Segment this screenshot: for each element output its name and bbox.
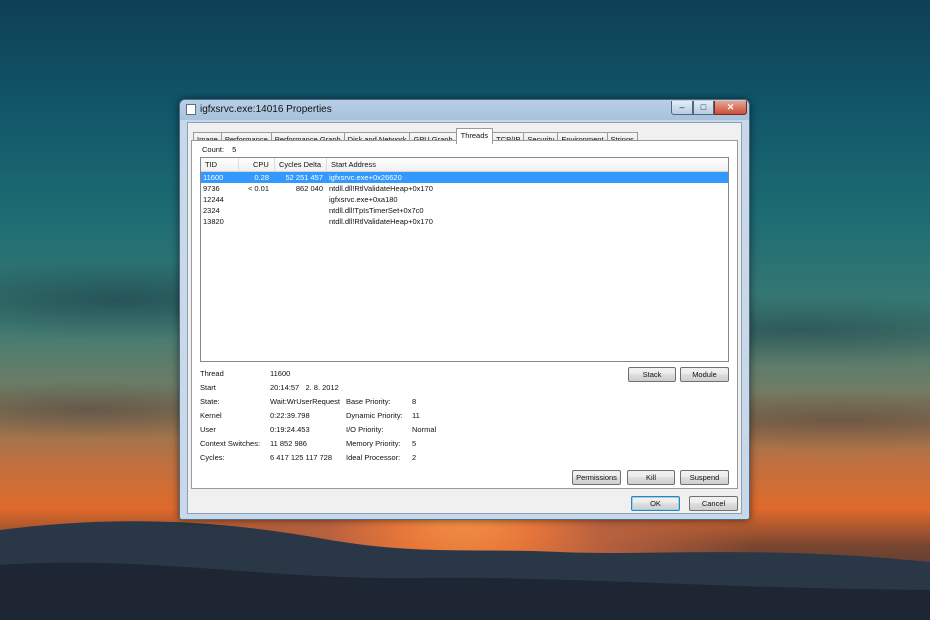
- io-priority-value: Normal: [412, 425, 437, 434]
- ok-button[interactable]: OK: [631, 496, 680, 511]
- cell-cpu: 0.28: [254, 173, 269, 182]
- count-value: 5: [232, 145, 237, 154]
- tab-strip: ImagePerformancePerformance GraphDisk an…: [193, 126, 638, 146]
- cycles-value: 6 417 125 117 728: [270, 453, 333, 462]
- memory-priority-label: Memory Priority:: [346, 439, 401, 448]
- close-button[interactable]: ✕: [714, 101, 747, 115]
- user-label: User: [200, 425, 216, 434]
- dynamic-priority-label: Dynamic Priority:: [346, 411, 403, 420]
- column-header-start-address[interactable]: Start Address: [327, 158, 728, 171]
- count-label: Count:: [202, 145, 225, 154]
- cell-tid: 2324: [203, 206, 220, 215]
- column-header-cpu[interactable]: CPU: [239, 158, 275, 171]
- properties-window: igfxsrvc.exe:14016 Properties – □ ✕ Imag…: [179, 99, 750, 520]
- cycles-label: Cycles:: [200, 453, 225, 462]
- context-switches-value: 11 852 986: [270, 439, 307, 448]
- tab-threads[interactable]: Threads: [455, 128, 494, 144]
- base-priority-value: 8: [412, 397, 417, 406]
- title-bar[interactable]: igfxsrvc.exe:14016 Properties – □ ✕: [180, 100, 749, 120]
- thread-label: Thread: [200, 369, 224, 378]
- window-title: igfxsrvc.exe:14016 Properties: [200, 104, 332, 115]
- kill-button[interactable]: Kill: [627, 470, 675, 485]
- cancel-button[interactable]: Cancel: [689, 496, 738, 511]
- column-header-tid[interactable]: TID: [201, 158, 239, 171]
- column-header-cycles-delta[interactable]: Cycles Delta: [275, 158, 327, 171]
- cell-cycles-delta: 862 040: [295, 184, 323, 193]
- minimize-button[interactable]: –: [671, 101, 693, 115]
- app-icon: [186, 104, 196, 115]
- table-row[interactable]: 11600 0.28 52 251 457 igfxsrvc.exe+0x266…: [201, 172, 728, 183]
- context-switches-label: Context Switches:: [200, 439, 261, 448]
- state-value: Wait:WrUserRequest: [270, 397, 341, 406]
- cell-cycles-delta: 52 251 457: [285, 173, 323, 182]
- thread-value: 11600: [270, 369, 291, 378]
- stack-button[interactable]: Stack: [628, 367, 676, 382]
- memory-priority-value: 5: [412, 439, 417, 448]
- kernel-label: Kernel: [200, 411, 222, 420]
- cell-start-address: ntdll.dll!RtlValidateHeap+0x170: [329, 217, 433, 226]
- table-row[interactable]: 13820 ntdll.dll!RtlValidateHeap+0x170: [201, 216, 728, 227]
- dynamic-priority-value: 11: [412, 411, 420, 420]
- cell-start-address: ntdll.dll!TpIsTimerSet+0x7c0: [329, 206, 424, 215]
- threads-page: Count: 5 TID CPU Cycles Delta Start Addre…: [191, 140, 738, 489]
- hills-silhouette: [0, 521, 930, 620]
- cell-start-address: ntdll.dll!RtlValidateHeap+0x170: [329, 184, 433, 193]
- cell-tid: 12244: [203, 195, 224, 204]
- thread-count: Count: 5: [202, 145, 236, 154]
- ideal-processor-value: 2: [412, 453, 417, 462]
- user-value: 0:19:24.453: [270, 425, 310, 434]
- table-row[interactable]: 12244 igfxsrvc.exe+0xa180: [201, 194, 728, 205]
- base-priority-label: Base Priority:: [346, 397, 391, 406]
- maximize-button[interactable]: □: [693, 101, 714, 115]
- module-button[interactable]: Module: [680, 367, 729, 382]
- cell-tid: 13820: [203, 217, 224, 226]
- cell-start-address: igfxsrvc.exe+0x26620: [329, 173, 402, 182]
- table-row[interactable]: 9736 < 0.01 862 040 ntdll.dll!RtlValidat…: [201, 183, 728, 194]
- start-label: Start: [200, 383, 216, 392]
- cell-start-address: igfxsrvc.exe+0xa180: [329, 195, 398, 204]
- start-value: 20:14:57 2. 8. 2012: [270, 383, 339, 392]
- cell-tid: 9736: [203, 184, 220, 193]
- permissions-button[interactable]: Permissions: [572, 470, 621, 485]
- suspend-button[interactable]: Suspend: [680, 470, 729, 485]
- threads-list[interactable]: TID CPU Cycles Delta Start Address 11600…: [200, 157, 729, 362]
- kernel-value: 0:22:39.798: [270, 411, 310, 420]
- cell-cpu: < 0.01: [247, 184, 269, 193]
- list-header: TID CPU Cycles Delta Start Address: [201, 158, 728, 172]
- state-label: State:: [200, 397, 220, 406]
- cell-tid: 11600: [203, 173, 224, 182]
- ideal-processor-label: Ideal Processor:: [346, 453, 401, 462]
- dialog-client: ImagePerformancePerformance GraphDisk an…: [187, 122, 742, 514]
- io-priority-label: I/O Priority:: [346, 425, 384, 434]
- table-row[interactable]: 2324 ntdll.dll!TpIsTimerSet+0x7c0: [201, 205, 728, 216]
